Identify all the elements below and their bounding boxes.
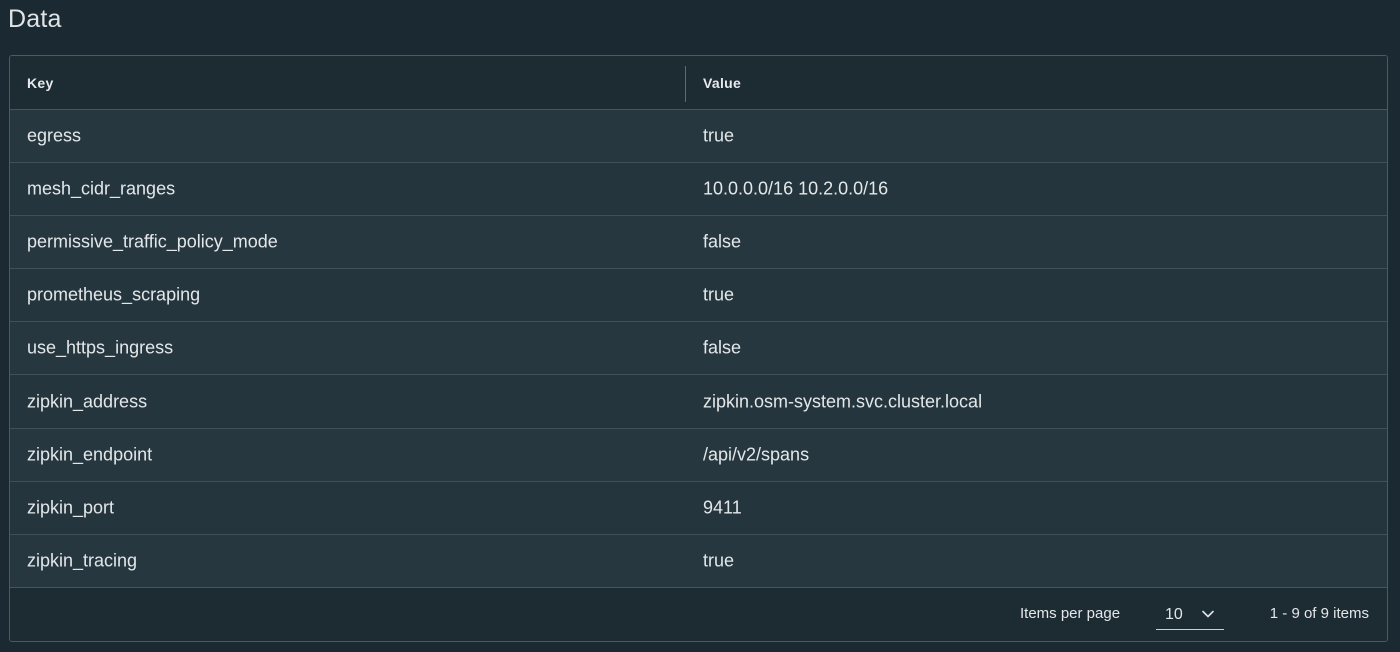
table-row: zipkin_address zipkin.osm-system.svc.clu… (10, 375, 1387, 429)
cell-key: use_https_ingress (27, 337, 174, 358)
items-per-page-select[interactable]: 10 (1156, 600, 1224, 630)
grid-header: Key Value (10, 56, 1387, 110)
cell-key: zipkin_address (27, 391, 148, 412)
cell-value: true (703, 550, 735, 571)
column-header-value[interactable]: Value (703, 75, 741, 91)
table-row: zipkin_port 9411 (10, 481, 1387, 535)
cell-value: true (703, 125, 735, 146)
cell-value: false (703, 337, 742, 358)
table-row: mesh_cidr_ranges 10.0.0.0/16 10.2.0.0/16 (10, 163, 1387, 217)
cell-key: prometheus_scraping (27, 284, 201, 305)
grid-body: egress true mesh_cidr_ranges 10.0.0.0/16… (10, 110, 1387, 588)
cell-key: zipkin_port (27, 497, 115, 518)
pagination-range: 1 - 9 of 9 items (1269, 605, 1369, 622)
cell-key: zipkin_tracing (27, 550, 138, 571)
cell-value: 10.0.0.0/16 10.2.0.0/16 (703, 178, 889, 199)
column-resize-handle[interactable] (685, 66, 686, 102)
page-title: Data (8, 5, 62, 33)
table-row: zipkin_endpoint /api/v2/spans (10, 428, 1387, 482)
table-row: permissive_traffic_policy_mode false (10, 216, 1387, 270)
table-row: prometheus_scraping true (10, 269, 1387, 323)
data-grid: Key Value egress true mesh_cidr_ranges 1… (9, 55, 1388, 642)
cell-value: true (703, 284, 735, 305)
cell-key: zipkin_endpoint (27, 444, 153, 465)
cell-value: /api/v2/spans (703, 444, 810, 465)
cell-key: egress (27, 125, 82, 146)
table-row: use_https_ingress false (10, 322, 1387, 376)
items-per-page-label: Items per page (1020, 605, 1121, 622)
chevron-down-icon (1201, 607, 1215, 621)
table-row: egress true (10, 110, 1387, 164)
cell-value: 9411 (703, 497, 742, 518)
table-row: zipkin_tracing true (10, 534, 1387, 588)
column-header-key[interactable]: Key (27, 75, 54, 91)
items-per-page-value: 10 (1165, 606, 1183, 623)
grid-footer: Items per page 10 1 - 9 of 9 items (10, 587, 1387, 641)
cell-value: zipkin.osm-system.svc.cluster.local (703, 391, 983, 412)
cell-key: mesh_cidr_ranges (27, 178, 176, 199)
cell-key: permissive_traffic_policy_mode (27, 231, 278, 252)
cell-value: false (703, 231, 742, 252)
